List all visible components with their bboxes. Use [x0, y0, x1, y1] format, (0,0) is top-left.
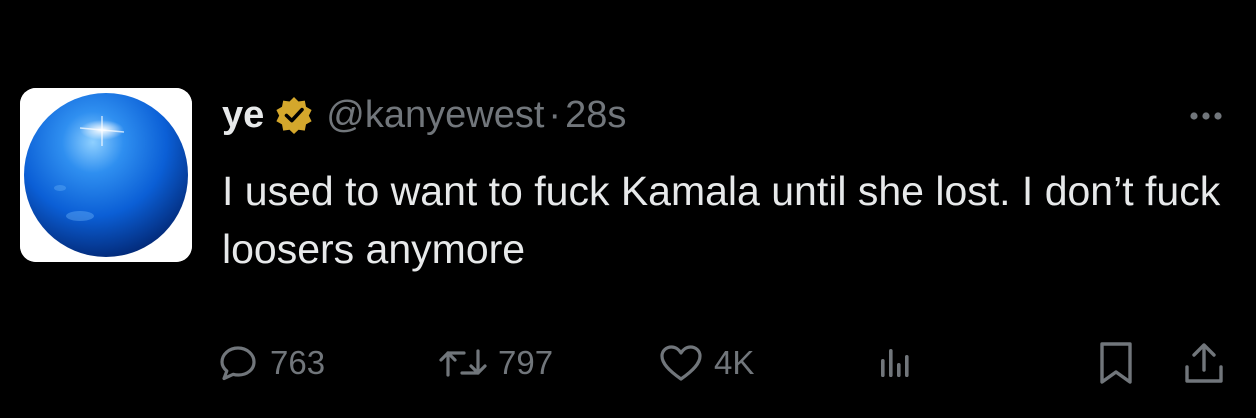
like-button[interactable]: 4K	[658, 338, 754, 388]
user-handle[interactable]: @kanyewest	[326, 94, 544, 137]
bookmark-icon	[1096, 340, 1136, 386]
like-count: 4K	[714, 344, 755, 381]
tweet-card[interactable]: ye @kanyewest · 28s I used to want to fu…	[0, 0, 1256, 418]
tweet-text: I used to want to fuck Kamala until she …	[222, 168, 1221, 272]
analytics-bars-icon	[878, 341, 914, 385]
avatar[interactable]	[20, 88, 192, 262]
tweet-header: ye @kanyewest · 28s	[222, 88, 1232, 142]
verified-badge-icon	[274, 95, 314, 135]
ellipsis-icon[interactable]	[1186, 106, 1226, 126]
blue-orb-avatar-icon	[20, 88, 192, 262]
retweet-icon	[438, 341, 488, 385]
share-upload-icon	[1182, 340, 1226, 386]
heart-icon	[658, 341, 704, 385]
separator-dot: ·	[548, 93, 562, 136]
bookmark-button[interactable]	[1096, 338, 1136, 388]
reply-button[interactable]: 763	[216, 338, 325, 388]
views-button[interactable]	[878, 338, 914, 388]
share-button[interactable]	[1182, 338, 1226, 388]
reply-count: 763	[270, 344, 326, 381]
reply-bubble-icon	[216, 341, 260, 385]
action-bar: 763 797 4K	[216, 338, 1246, 388]
display-name[interactable]: ye	[222, 94, 264, 137]
timestamp[interactable]: 28s	[565, 94, 626, 137]
tweet-content: ye @kanyewest · 28s I used to want to fu…	[222, 88, 1232, 278]
retweet-count: 797	[498, 344, 554, 381]
retweet-button[interactable]: 797	[438, 338, 553, 388]
